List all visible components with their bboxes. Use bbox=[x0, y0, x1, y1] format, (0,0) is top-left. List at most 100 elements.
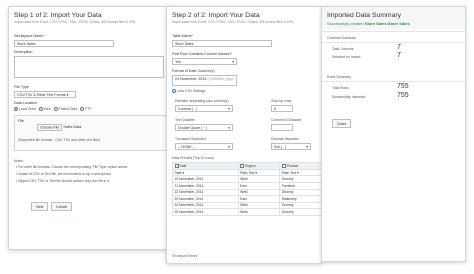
table-cell: 24 November, 2014 bbox=[172, 201, 239, 210]
delimiter-select[interactable]: Comma ( , ) ▾ bbox=[175, 105, 233, 112]
table-cell: Grocery bbox=[279, 208, 321, 216]
table-cell: Grocery bbox=[279, 175, 321, 183]
table-row: 21 November, 2014 East Furniture bbox=[172, 181, 321, 190]
location-ftp-radio[interactable]: FTP bbox=[80, 107, 92, 112]
column-type-select[interactable]: Date ▾ bbox=[172, 168, 239, 177]
total-columns-label: Total Columns bbox=[332, 47, 354, 51]
radio-selected-icon bbox=[14, 107, 18, 112]
cancel-button[interactable]: Cancel bbox=[51, 202, 73, 211]
column-header-label: Date bbox=[179, 163, 187, 168]
qualifier-value: Double Quote ( " ) bbox=[178, 126, 207, 130]
table-cell: West bbox=[237, 188, 281, 197]
table-cell: Grocery bbox=[279, 188, 321, 197]
radio-icon bbox=[53, 107, 58, 112]
data-preview-label: Data Preview (Top 10 rows) bbox=[172, 156, 214, 160]
rows-summary-heading: Rows Summary bbox=[327, 75, 351, 79]
radio-icon bbox=[80, 107, 85, 112]
workspace-input[interactable]: Store Sales bbox=[14, 40, 114, 47]
file-name: Sales Data bbox=[63, 125, 82, 129]
table-cell: 19 November, 2014 bbox=[172, 175, 239, 183]
column-type-select[interactable]: Plain Text ▾ bbox=[237, 168, 281, 177]
location-local-radio[interactable]: Local Drive bbox=[14, 107, 36, 112]
close-button[interactable]: Close bbox=[332, 119, 352, 128]
date-format-select[interactable]: 24 November, 2014 (d MMMM, yyyy) bbox=[172, 75, 237, 86]
chevron-down-icon: ▾ bbox=[232, 60, 234, 64]
decimal-sep-select[interactable]: Dot ( . ) ▾ bbox=[271, 143, 311, 150]
checkbox-icon[interactable] bbox=[240, 163, 245, 168]
preview-header-row: Date Region Product bbox=[172, 162, 321, 170]
table-cell: 22 November, 2014 bbox=[172, 188, 239, 197]
filetype-value: CSV/TSV & Other Text Format bbox=[17, 93, 66, 97]
filetype-label: File Type bbox=[14, 85, 29, 89]
location-web-label: Web bbox=[43, 107, 51, 111]
description-textarea[interactable] bbox=[14, 56, 164, 78]
qualifier-label: Text Qualifier bbox=[175, 118, 195, 122]
chevron-down-icon: ▾ bbox=[66, 93, 69, 97]
preview-type-row: Date ▾ Plain Text ▾ Plain Text ▾ bbox=[172, 168, 321, 177]
table-cell: West bbox=[237, 175, 281, 183]
table-row: 22 November, 2014 West Grocery bbox=[172, 188, 321, 197]
table-cell: 21 November, 2014 bbox=[172, 181, 239, 190]
table-row: 24 November, 2014 West Grocery bbox=[172, 201, 321, 210]
date-format-value: 24 November, 2014 bbox=[175, 77, 207, 81]
table-cell: Stationery bbox=[279, 195, 321, 203]
file-box: File Choose File Sales Data (Supported f… bbox=[14, 115, 170, 151]
table-cell: Furniture bbox=[279, 181, 321, 190]
step2-title: Step 2 of 2: Import Your Data bbox=[172, 12, 260, 19]
chevron-down-icon: ▾ bbox=[228, 145, 230, 149]
checkbox-icon[interactable] bbox=[174, 163, 179, 168]
chevron-down-icon: ▾ bbox=[228, 126, 230, 130]
success-name: Store Sales:Store Sales bbox=[364, 21, 410, 26]
success-prefix: Successfully created bbox=[327, 21, 364, 26]
delimiter-label: Delimiter separating your column(s) bbox=[175, 99, 229, 103]
thousand-sep-label: Thousand Separator bbox=[175, 137, 206, 141]
table-cell: 23 November, 2014 bbox=[172, 195, 239, 203]
comment-char-input[interactable] bbox=[271, 124, 293, 131]
column-header[interactable]: Product bbox=[279, 162, 321, 170]
first-row-select[interactable]: Yes ▾ bbox=[172, 58, 237, 65]
supported-note: (Supported file formats : CSV, TSV and o… bbox=[18, 138, 100, 142]
import-step1-panel: Step 1 of 2: Import Your Data Import dat… bbox=[8, 6, 176, 250]
location-web-radio[interactable]: Web bbox=[38, 107, 51, 112]
choose-file-button[interactable]: Choose File bbox=[37, 123, 63, 131]
import-summary-panel: Imported Data Summary Successfully creat… bbox=[321, 6, 466, 262]
imported-rows-value: 755 bbox=[397, 92, 409, 99]
less-csv-toggle[interactable]: − Less CSV Settings bbox=[172, 89, 205, 93]
table-cell: West bbox=[237, 201, 281, 210]
total-rows-label: Total Rows bbox=[332, 86, 349, 90]
radio-icon bbox=[38, 107, 43, 112]
skip-rows-input[interactable]: 0 bbox=[271, 105, 293, 112]
file-chooser[interactable]: Choose File Sales Data bbox=[37, 123, 82, 131]
column-header[interactable]: Region bbox=[237, 162, 281, 170]
filetype-select[interactable]: CSV/TSV & Other Text Format ▾ bbox=[14, 91, 76, 98]
imported-rows-label: Successfully Imported bbox=[332, 95, 366, 99]
qualifier-select[interactable]: Double Quote ( " ) ▾ bbox=[175, 124, 233, 131]
table-name-input[interactable]: Store Sales bbox=[172, 40, 272, 47]
thousand-sep-select[interactable]: -- NONE -- ▾ bbox=[175, 143, 233, 150]
location-pasted-radio[interactable]: Pasted Data bbox=[53, 107, 77, 112]
on-import-errors-label: On Import Errors bbox=[172, 254, 198, 258]
columns-summary-heading: Columns Summary bbox=[327, 36, 356, 40]
checkbox-icon[interactable] bbox=[281, 163, 286, 168]
column-header[interactable]: Date bbox=[172, 162, 239, 170]
datalocation-options: Local Drive Web Pasted Data FTP bbox=[14, 107, 92, 112]
first-row-label: First Row Contains Column Names? bbox=[172, 52, 232, 56]
total-columns-value: 7 bbox=[397, 44, 401, 51]
table-row: 19 November, 2014 West Grocery bbox=[172, 175, 321, 183]
delimiter-value: Comma ( , ) bbox=[178, 107, 197, 111]
table-cell: East bbox=[237, 195, 281, 203]
summary-title: Imported Data Summary bbox=[322, 7, 465, 21]
column-type-select[interactable]: Plain Text ▾ bbox=[279, 168, 321, 177]
column-type-value: Date bbox=[174, 170, 182, 175]
location-ftp-label: FTP bbox=[85, 107, 92, 111]
selected-import-value: 7 bbox=[397, 52, 401, 59]
step1-subtitle: Import data from Excel, CSV, HTML, XML, … bbox=[14, 20, 136, 24]
next-button[interactable]: Next bbox=[31, 202, 49, 211]
table-cell: Grocery bbox=[279, 201, 321, 210]
step2-subtitle: Import data from Excel, CSV, HTML, XML, … bbox=[172, 20, 294, 24]
location-local-label: Local Drive bbox=[19, 107, 36, 111]
step1-title: Step 1 of 2: Import Your Data bbox=[14, 12, 102, 19]
column-header-label: Product bbox=[286, 163, 299, 168]
note-2: • Incase of CSV or Text file, we recomme… bbox=[16, 172, 111, 176]
import-step2-panel: Step 2 of 2: Import Your Data Import dat… bbox=[166, 6, 322, 264]
